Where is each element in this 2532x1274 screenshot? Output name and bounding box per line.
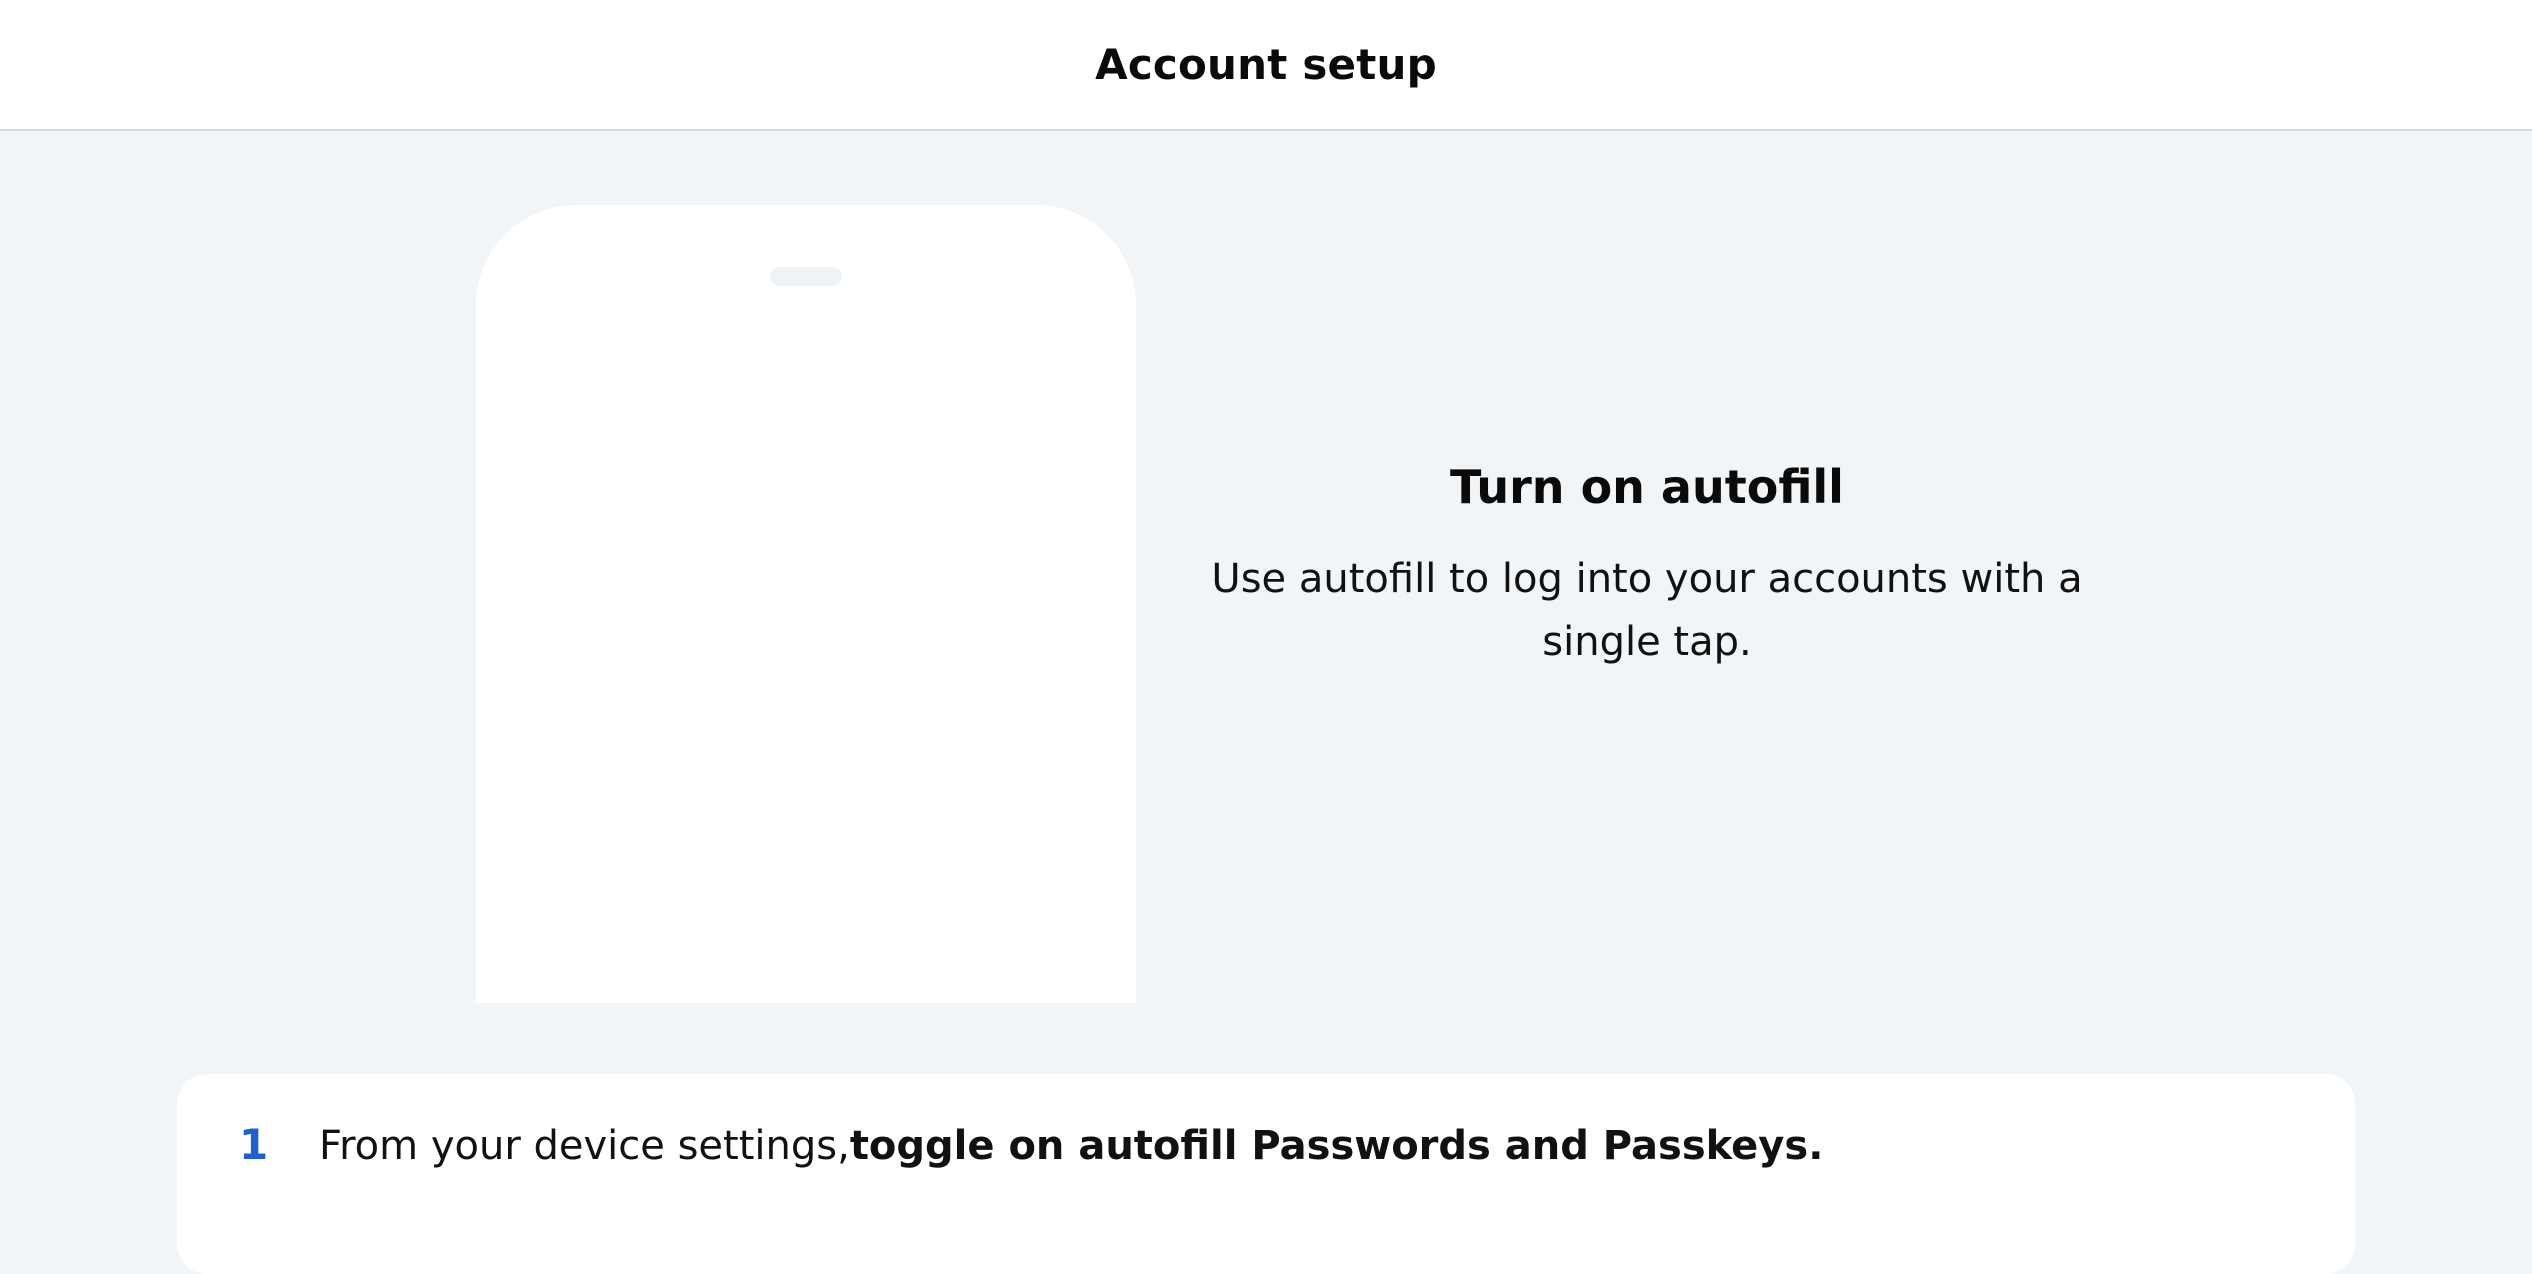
steps-card: 1 From your device settings, toggle on a… bbox=[177, 1074, 2355, 1274]
page-title: Account setup bbox=[1095, 40, 1437, 89]
hero-subtitle: Use autofill to log into your accounts w… bbox=[1211, 556, 2083, 665]
phone-notch bbox=[770, 267, 842, 286]
hero-section: Turn on autofill Use autofill to log int… bbox=[1190, 460, 2104, 674]
hero-title: Turn on autofill bbox=[1450, 460, 1844, 514]
step-text-emphasis: toggle on autofill Passwords and Passkey… bbox=[849, 1123, 1824, 1169]
step-text: From your device settings, bbox=[319, 1123, 850, 1169]
app-header: Account setup bbox=[0, 0, 2532, 131]
step-item: 1 From your device settings, toggle on a… bbox=[239, 1120, 1823, 1169]
step-number: 1 bbox=[239, 1120, 269, 1169]
phone-illustration bbox=[476, 205, 1136, 1003]
